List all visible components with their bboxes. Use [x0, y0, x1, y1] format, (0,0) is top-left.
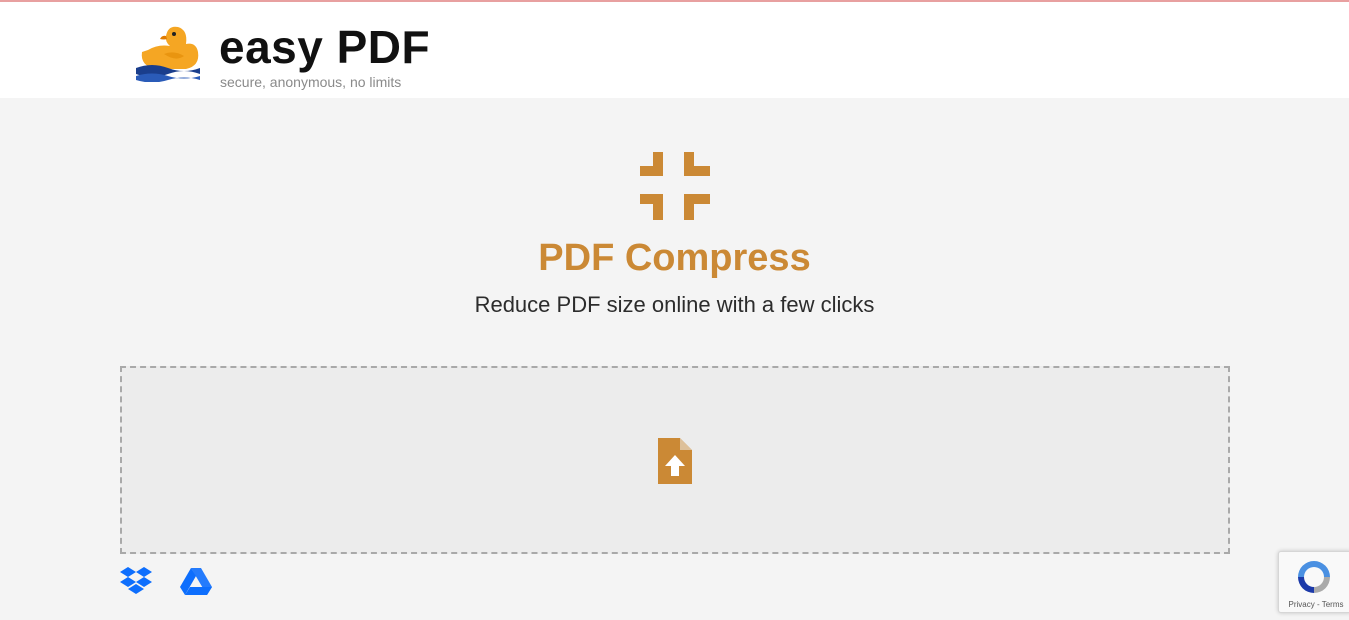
- recaptcha-terms-link[interactable]: Terms: [1322, 600, 1344, 609]
- file-drop-zone[interactable]: [120, 366, 1230, 554]
- site-header: easy PDF secure, anonymous, no limits: [0, 2, 1349, 98]
- file-upload-icon[interactable]: [656, 436, 694, 486]
- page-subtitle: Reduce PDF size online with a few clicks: [474, 292, 875, 317]
- brand-tagline: secure, anonymous, no limits: [220, 74, 402, 90]
- compress-arrows-icon: [638, 150, 712, 222]
- dropbox-icon[interactable]: [119, 566, 153, 596]
- recaptcha-badge[interactable]: Privacy - Terms: [1278, 551, 1349, 613]
- recaptcha-privacy-link[interactable]: Privacy: [1289, 600, 1315, 609]
- recaptcha-links: Privacy - Terms: [1279, 600, 1349, 610]
- duck-logo-icon[interactable]: [134, 22, 204, 83]
- recaptcha-separator: -: [1314, 600, 1322, 609]
- recaptcha-icon: [1298, 561, 1330, 593]
- brand-name[interactable]: easy PDF: [219, 20, 430, 74]
- google-drive-icon[interactable]: [179, 566, 213, 596]
- page-title: PDF Compress: [538, 237, 811, 279]
